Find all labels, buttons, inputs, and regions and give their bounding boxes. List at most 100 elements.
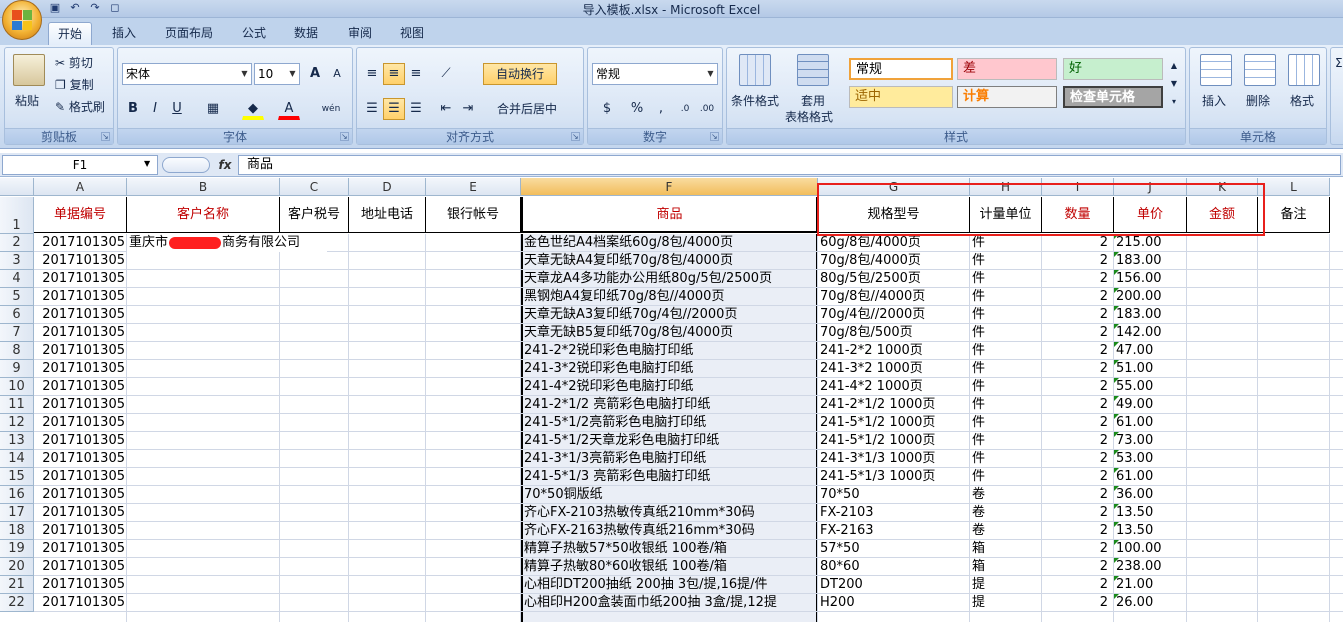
header-cell-c[interactable]: 客户税号 xyxy=(280,197,349,233)
header-cell-j[interactable]: 单价 xyxy=(1114,197,1187,233)
cell-qty[interactable]: 2 xyxy=(1042,504,1114,522)
cell-product[interactable]: 黑钢炮A4复印纸70g/8包//4000页 xyxy=(521,288,818,306)
header-cell-l[interactable]: 备注 xyxy=(1258,197,1330,233)
cell-qty[interactable]: 2 xyxy=(1042,450,1114,468)
cell-spec[interactable]: 241-5*1/2 1000页 xyxy=(818,432,970,450)
cell-unit[interactable]: 件 xyxy=(970,450,1042,468)
column-header-c[interactable]: C xyxy=(280,178,349,196)
cell-qty[interactable]: 2 xyxy=(1042,432,1114,450)
align-right-icon[interactable]: ☰ xyxy=(405,98,427,120)
orientation-icon[interactable]: ⟋ xyxy=(435,63,457,85)
cell-product[interactable]: 241-5*1/3 亮箭彩色电脑打印纸 xyxy=(521,468,818,486)
cell-unit[interactable]: 件 xyxy=(970,432,1042,450)
cell-spec[interactable]: 70g/4包//2000页 xyxy=(818,306,970,324)
cell-qty[interactable]: 2 xyxy=(1042,378,1114,396)
chevron-down-icon[interactable]: ▼ xyxy=(144,159,150,168)
row-header-21[interactable]: 21 xyxy=(0,576,34,594)
tab-insert[interactable]: 插入 xyxy=(104,22,144,45)
cell-unit[interactable]: 件 xyxy=(970,342,1042,360)
row-header-12[interactable]: 12 xyxy=(0,414,34,432)
cell-unit[interactable]: 件 xyxy=(970,288,1042,306)
cell-spec[interactable]: H200 xyxy=(818,594,970,612)
paste-icon[interactable] xyxy=(13,54,45,86)
format-cells-button[interactable]: 格式 xyxy=(1290,92,1314,109)
cell-product[interactable]: 齐心FX-2163热敏传真纸216mm*30码 xyxy=(521,522,818,540)
cell-price[interactable]: 183.00 xyxy=(1114,252,1187,270)
cell-price[interactable]: 215.00 xyxy=(1114,234,1187,252)
cell-unit[interactable]: 卷 xyxy=(970,522,1042,540)
cell-price[interactable]: 142.00 xyxy=(1114,324,1187,342)
style-normal[interactable]: 常规 xyxy=(849,58,953,80)
cell-id[interactable]: 2017101305 xyxy=(34,270,127,288)
cell-product[interactable]: 天章无缺A4复印纸70g/8包/4000页 xyxy=(521,252,818,270)
cell-price[interactable]: 13.50 xyxy=(1114,504,1187,522)
cell-qty[interactable]: 2 xyxy=(1042,306,1114,324)
table-format-button-line2[interactable]: 表格格式 xyxy=(785,108,833,125)
style-check-cell[interactable]: 检查单元格 xyxy=(1063,86,1163,108)
column-header-k[interactable]: K xyxy=(1187,178,1258,196)
cell-qty[interactable]: 2 xyxy=(1042,414,1114,432)
name-box[interactable]: F1 xyxy=(2,155,158,175)
font-launcher-icon[interactable]: ↘ xyxy=(340,132,349,141)
row-header-17[interactable]: 17 xyxy=(0,504,34,522)
row-header-20[interactable]: 20 xyxy=(0,558,34,576)
align-middle-icon[interactable]: ≡ xyxy=(383,63,405,85)
cell-spec[interactable]: 70g/8包//4000页 xyxy=(818,288,970,306)
delete-cells-icon[interactable] xyxy=(1244,54,1276,86)
cell-price[interactable]: 238.00 xyxy=(1114,558,1187,576)
cell-qty[interactable]: 2 xyxy=(1042,576,1114,594)
cell-price[interactable]: 47.00 xyxy=(1114,342,1187,360)
cell-price[interactable]: 183.00 xyxy=(1114,306,1187,324)
style-calculation[interactable]: 计算 xyxy=(957,86,1057,108)
cell-price[interactable]: 49.00 xyxy=(1114,396,1187,414)
cell-id[interactable]: 2017101305 xyxy=(34,468,127,486)
conditional-format-button[interactable]: 条件格式 xyxy=(731,92,779,109)
row-header-3[interactable]: 3 xyxy=(0,252,34,270)
font-name-select[interactable]: 宋体 ▼ xyxy=(122,63,252,85)
cell-unit[interactable]: 件 xyxy=(970,270,1042,288)
table-format-button-line1[interactable]: 套用 xyxy=(801,92,825,109)
cell-price[interactable]: 36.00 xyxy=(1114,486,1187,504)
cell-id[interactable]: 2017101305 xyxy=(34,252,127,270)
cell-id[interactable]: 2017101305 xyxy=(34,432,127,450)
cell-qty[interactable]: 2 xyxy=(1042,486,1114,504)
number-launcher-icon[interactable]: ↘ xyxy=(710,132,719,141)
clipboard-launcher-icon[interactable]: ↘ xyxy=(101,132,110,141)
row-header-5[interactable]: 5 xyxy=(0,288,34,306)
row-header-16[interactable]: 16 xyxy=(0,486,34,504)
cell-spec[interactable]: 241-3*2 1000页 xyxy=(818,360,970,378)
cell-price[interactable]: 200.00 xyxy=(1114,288,1187,306)
cell-spec[interactable]: FX-2103 xyxy=(818,504,970,522)
cell-spec[interactable]: 80*60 xyxy=(818,558,970,576)
format-cells-icon[interactable] xyxy=(1288,54,1320,86)
cell-spec[interactable]: 241-2*1/2 1000页 xyxy=(818,396,970,414)
tab-home[interactable]: 开始 xyxy=(48,22,92,45)
style-scroll-icon[interactable]: ▲ ▼ ▾ xyxy=(1167,56,1181,110)
save-icon[interactable]: ▣ xyxy=(48,1,62,15)
style-good[interactable]: 好 xyxy=(1063,58,1163,80)
row-header-9[interactable]: 9 xyxy=(0,360,34,378)
cell-qty[interactable]: 2 xyxy=(1042,288,1114,306)
cell-spec[interactable]: 241-3*1/3 1000页 xyxy=(818,450,970,468)
row-header-6[interactable]: 6 xyxy=(0,306,34,324)
select-all-corner[interactable] xyxy=(0,178,34,196)
cell-id[interactable]: 2017101305 xyxy=(34,360,127,378)
delete-cells-button[interactable]: 删除 xyxy=(1246,92,1270,109)
cell-qty[interactable]: 2 xyxy=(1042,594,1114,612)
cell-unit[interactable]: 提 xyxy=(970,576,1042,594)
header-cell-b[interactable]: 客户名称 xyxy=(127,197,280,233)
formula-input[interactable]: 商品 xyxy=(238,155,1341,175)
cell-product[interactable]: 金色世纪A4档案纸60g/8包/4000页 xyxy=(521,234,818,252)
cell-id[interactable]: 2017101305 xyxy=(34,414,127,432)
column-header-l[interactable]: L xyxy=(1258,178,1330,196)
column-header-a[interactable]: A xyxy=(34,178,127,196)
format-painter-button[interactable]: ✎ 格式刷 xyxy=(55,98,105,115)
cell-product[interactable]: 70*50铜版纸 xyxy=(521,486,818,504)
row-header-11[interactable]: 11 xyxy=(0,396,34,414)
header-cell-k[interactable]: 金额 xyxy=(1187,197,1258,233)
style-bad[interactable]: 差 xyxy=(957,58,1057,80)
copy-button[interactable]: ❐ 复制 xyxy=(55,76,94,93)
tab-page-layout[interactable]: 页面布局 xyxy=(158,22,220,45)
cell-qty[interactable]: 2 xyxy=(1042,252,1114,270)
row-header-7[interactable]: 7 xyxy=(0,324,34,342)
